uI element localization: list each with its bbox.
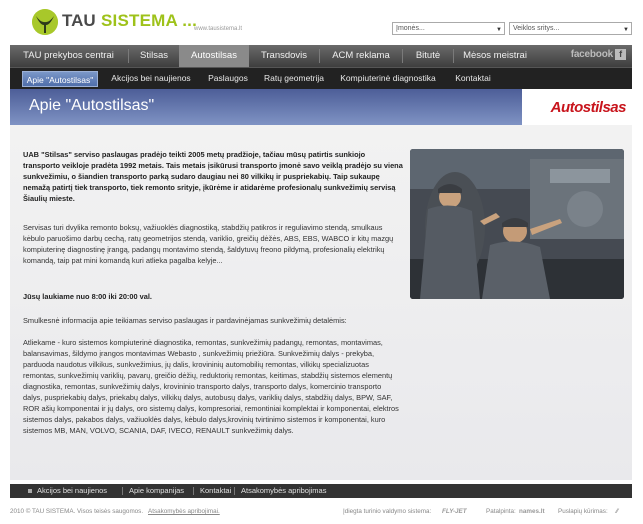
subnav-item-diagnostika[interactable]: Kompiuterinė diagnostika <box>334 68 442 89</box>
logo-text-sistema[interactable]: SISTEMA ... <box>101 11 197 31</box>
disclaimer-link[interactable]: Atsakomybės apribojimai. <box>148 508 220 515</box>
footer-divider <box>122 487 123 495</box>
site-url: www.tausistema.lt <box>194 26 243 32</box>
facebook-link[interactable]: facebook f <box>571 49 626 60</box>
mechanics-photo <box>410 149 624 299</box>
sub-navigation: Apie "Autostilsas" Akcijos bei naujienos… <box>10 67 632 89</box>
main-content: UAB "Stilsas" serviso paslaugas pradėjo … <box>10 125 632 480</box>
working-hours: Jūsų laukiame nuo 8:00 iki 20:00 val. <box>23 292 152 301</box>
footer-link-kontaktai[interactable]: Kontaktai <box>200 484 231 498</box>
activities-select[interactable]: Veiklos sritys... ▼ <box>509 22 632 35</box>
logo-text-tau[interactable]: TAU <box>62 11 96 31</box>
footer-link-atsakomybes[interactable]: Atsakomybės apribojimas <box>241 484 326 498</box>
footer-bar: Akcijos bei naujienos Apie kompanijas Ko… <box>10 484 632 498</box>
page-title: Apie "Autostilsas" <box>29 97 155 114</box>
hosting-label: Patalpinta: <box>486 508 516 515</box>
companies-select[interactable]: Įmonės... ▼ <box>392 22 505 35</box>
subnav-item-akcijos[interactable]: Akcijos bei naujienos <box>106 68 196 89</box>
brand-logo-area: Autostilsas <box>522 89 632 125</box>
nav-item-acm-reklama[interactable]: ACM reklama <box>320 45 402 67</box>
nav-item-tau-prekybos-centrai[interactable]: TAU prekybos centrai <box>10 45 127 67</box>
bottom-bar: 2010 © TAU SISTEMA. Visos teisės saugomo… <box>10 505 632 519</box>
autostilsas-logo: Autostilsas <box>550 99 627 116</box>
names-logo[interactable]: names.lt <box>519 508 545 515</box>
design-label: Puslapių kūrimas: <box>558 508 608 515</box>
footer-divider <box>234 487 235 495</box>
intro-paragraph: UAB "Stilsas" serviso paslaugas pradėjo … <box>23 150 403 203</box>
nav-item-mesos-meistrai[interactable]: Mėsos meistrai <box>454 45 536 67</box>
chevron-down-icon: ▼ <box>623 27 629 33</box>
details-intro: Smulkesnė informacija apie teikiamas ser… <box>23 316 347 325</box>
footer-link-akcijos[interactable]: Akcijos bei naujienos <box>37 484 107 498</box>
nav-item-stilsas[interactable]: Stilsas <box>129 45 179 67</box>
main-navigation: TAU prekybos centrai Stilsas Autostilsas… <box>10 45 632 67</box>
footer-divider <box>193 487 194 495</box>
chevron-down-icon: ▼ <box>496 27 502 33</box>
page-title-band: Apie "Autostilsas" Autostilsas <box>10 89 632 125</box>
services-paragraph: Servisas turi dvylika remonto boksų, važ… <box>23 223 394 265</box>
cms-label: Įdiegta turinio valdymo sistema: <box>343 508 432 515</box>
companies-select-value: Įmonės... <box>396 25 425 32</box>
square-bullet-icon <box>28 489 32 493</box>
subnav-item-kontaktai[interactable]: Kontaktai <box>450 68 496 89</box>
flyjet-logo[interactable]: FLY-JET <box>442 508 467 515</box>
footer-link-apie-kompanijas[interactable]: Apie kompanijas <box>129 484 184 498</box>
facebook-icon: f <box>615 49 626 60</box>
site-header: TAU SISTEMA ... www.tausistema.lt Įmonės… <box>0 0 643 44</box>
details-paragraph: Atliekame - kuro sistemos kompiuterinė d… <box>23 338 399 435</box>
subnav-item-ratu-geometrija[interactable]: Ratų geometrija <box>262 68 326 89</box>
tau-logo-icon[interactable] <box>32 9 58 35</box>
designer-logo-icon[interactable]: ⁄⁄ <box>616 508 618 515</box>
activities-select-value: Veiklos sritys... <box>513 25 560 32</box>
nav-item-transdovis[interactable]: Transdovis <box>250 45 318 67</box>
nav-item-autostilsas[interactable]: Autostilsas <box>179 45 249 67</box>
nav-item-bitute[interactable]: Bitutė <box>403 45 453 67</box>
subnav-item-apie[interactable]: Apie "Autostilsas" <box>22 71 98 87</box>
copyright-text: 2010 © TAU SISTEMA. Visos teisės saugomo… <box>10 508 144 515</box>
facebook-label: facebook <box>570 49 614 60</box>
subnav-item-paslaugos[interactable]: Paslaugos <box>202 68 254 89</box>
